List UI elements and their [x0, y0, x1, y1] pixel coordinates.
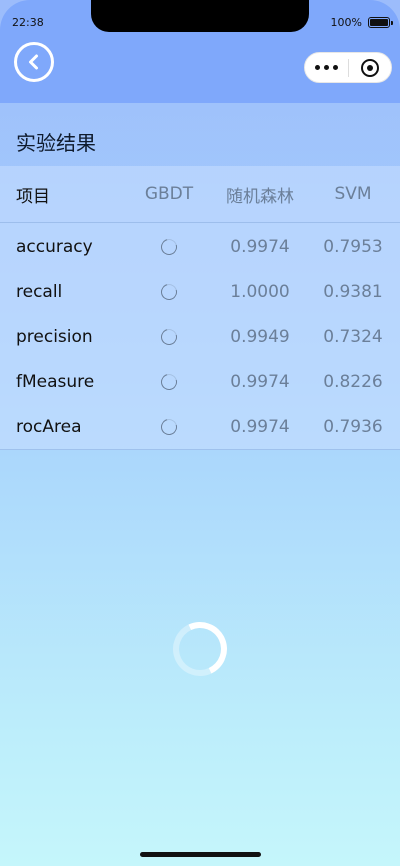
gbdt-cell: [124, 415, 214, 438]
table-row: recall 1.0000 0.9381: [0, 269, 400, 314]
back-button[interactable]: [14, 42, 54, 82]
loading-spinner-icon: [158, 415, 180, 438]
table-row: fMeasure 0.9974 0.8226: [0, 359, 400, 404]
header-gbdt: GBDT: [144, 184, 194, 204]
battery-percentage: 100%: [330, 16, 362, 29]
target-close-icon: [360, 58, 379, 77]
table-header: 项目 GBDT 随机森林 SVM: [0, 166, 400, 223]
svm-value: 0.7936: [323, 416, 383, 437]
gbdt-cell: [124, 325, 214, 348]
table-row: accuracy 0.9974 0.7953: [0, 224, 400, 269]
random-forest-value: 0.9974: [230, 236, 290, 257]
metric-name: precision: [16, 326, 93, 347]
svm-value: 0.7953: [323, 236, 383, 257]
table-row: precision 0.9949 0.7324: [0, 314, 400, 359]
loading-spinner-icon: [158, 280, 180, 303]
battery-icon: [368, 17, 393, 28]
results-table: 项目 GBDT 随机森林 SVM accuracy 0.9974 0.7953 …: [0, 166, 400, 450]
status-time: 22:38: [12, 16, 44, 29]
loading-spinner-icon: [158, 235, 180, 258]
random-forest-value: 0.9974: [230, 416, 290, 437]
loading-spinner-icon: [158, 370, 180, 393]
random-forest-value: 1.0000: [230, 281, 290, 302]
section-title: 实验结果: [16, 130, 96, 155]
mini-program-capsule: [304, 52, 392, 83]
svm-value: 0.9381: [323, 281, 383, 302]
metric-name: recall: [16, 281, 63, 302]
table-body: accuracy 0.9974 0.7953 recall 1.0000 0.9…: [0, 223, 400, 449]
gbdt-cell: [124, 280, 214, 303]
metric-name: accuracy: [16, 236, 93, 257]
page-loading-spinner-icon: [165, 614, 235, 684]
svm-value: 0.8226: [323, 371, 383, 392]
metric-name: rocArea: [16, 416, 82, 437]
random-forest-value: 0.9974: [230, 371, 290, 392]
header-random-forest: 随机森林: [226, 186, 294, 207]
loading-spinner-icon: [158, 325, 180, 348]
header-item: 项目: [16, 186, 50, 207]
back-arrow-icon: [29, 54, 38, 70]
random-forest-value: 0.9949: [230, 326, 290, 347]
device-notch: [91, 0, 309, 32]
home-indicator[interactable]: [140, 852, 261, 857]
gbdt-cell: [124, 370, 214, 393]
gbdt-cell: [124, 235, 214, 258]
close-button[interactable]: [349, 58, 391, 77]
more-dots-icon[interactable]: [305, 65, 348, 70]
table-row: rocArea 0.9974 0.7936: [0, 404, 400, 449]
phone-screen: 22:38 100% 实验结果 项目 GBDT 随机森林 SVM accurac…: [0, 0, 400, 866]
header-svm: SVM: [334, 184, 372, 204]
svm-value: 0.7324: [323, 326, 383, 347]
status-right: 100%: [330, 16, 393, 29]
metric-name: fMeasure: [16, 371, 95, 392]
navigation-bar: 22:38 100%: [0, 0, 400, 103]
